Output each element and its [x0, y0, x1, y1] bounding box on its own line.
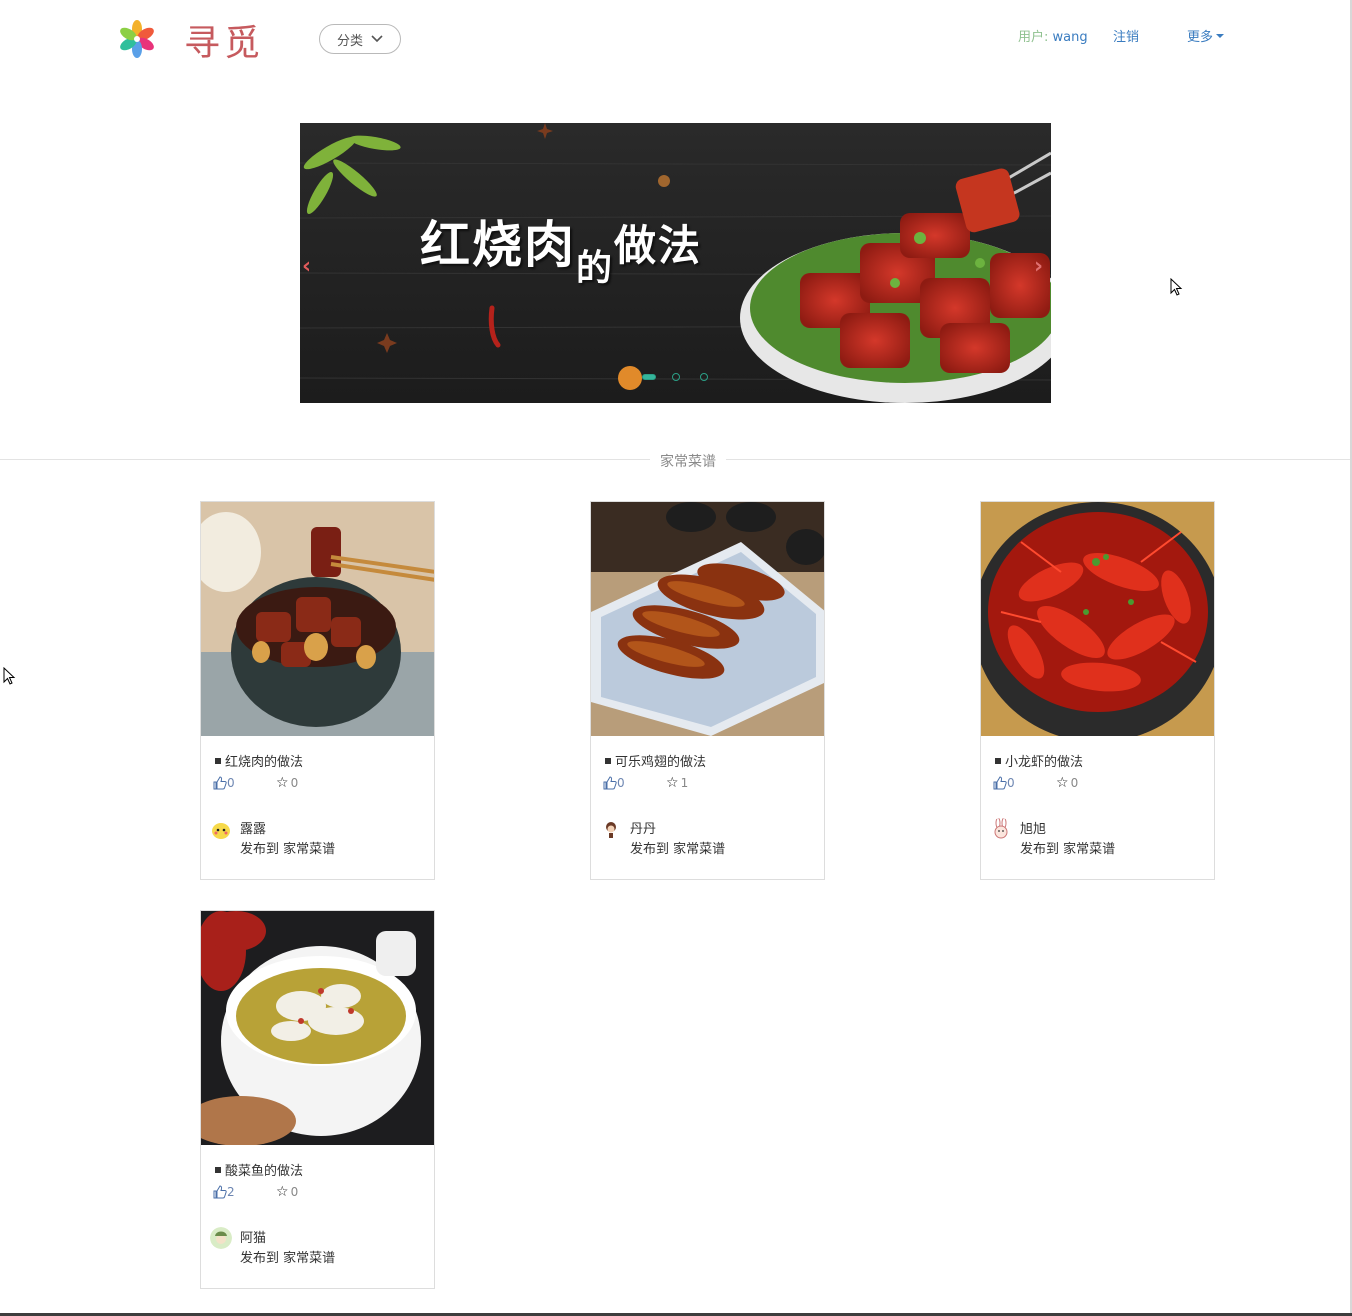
recipe-stats: 0 ☆ 0 — [993, 775, 1078, 791]
section-title: 家常菜谱 — [650, 451, 726, 471]
favorite-button[interactable]: ☆ 1 — [666, 775, 688, 791]
recipe-card[interactable]: 可乐鸡翅的做法 0 ☆ 1 丹丹 发布到 家常菜谱 — [590, 501, 825, 880]
like-count: 0 — [1007, 776, 1015, 790]
recipe-card[interactable]: 红烧肉的做法 0 ☆ 0 露露 发布到 家常菜谱 — [200, 501, 435, 880]
recipe-stats: 0 ☆ 1 — [603, 775, 688, 791]
user-name-link[interactable]: wang — [1053, 30, 1088, 45]
thumbs-up-icon — [603, 776, 617, 790]
favorite-button[interactable]: ☆ 0 — [276, 775, 298, 791]
recipe-stats: 2 ☆ 0 — [213, 1184, 298, 1200]
avatar[interactable] — [600, 818, 622, 840]
like-count: 0 — [617, 776, 625, 790]
category-button-label: 分类 — [336, 33, 363, 49]
avatar[interactable] — [990, 818, 1012, 840]
recipe-title-text: 可乐鸡翅的做法 — [615, 755, 707, 770]
logo-icon[interactable] — [116, 18, 158, 60]
author-name[interactable]: 旭旭 — [1020, 818, 1046, 837]
caret-down-icon — [1216, 33, 1225, 38]
recipe-stats: 0 ☆ 0 — [213, 775, 298, 791]
thumbs-up-icon — [213, 1185, 227, 1199]
recipe-title-text: 小龙虾的做法 — [1005, 755, 1084, 770]
author-name[interactable]: 阿猫 — [240, 1227, 266, 1246]
user-label: 用户: — [1018, 30, 1053, 45]
bullet-square-icon — [215, 1166, 221, 1173]
carousel-indicator-3[interactable] — [700, 373, 708, 381]
bullet-square-icon — [215, 757, 221, 764]
star-icon: ☆ — [276, 1184, 289, 1200]
published-to: 发布到 家常菜谱 — [240, 842, 336, 857]
published-to: 发布到 家常菜谱 — [240, 1251, 336, 1266]
favorite-count: 0 — [290, 776, 299, 790]
like-button[interactable]: 2 — [213, 1185, 276, 1199]
star-icon: ☆ — [1056, 775, 1069, 791]
star-icon: ☆ — [666, 775, 679, 791]
recipe-photo[interactable] — [201, 911, 434, 1145]
published-to: 发布到 家常菜谱 — [1020, 842, 1116, 857]
recipe-photo[interactable] — [591, 502, 824, 736]
recipe-title[interactable]: 可乐鸡翅的做法 — [605, 751, 706, 770]
current-user: 用户: wang — [1018, 26, 1088, 45]
category-dropdown-button[interactable]: 分类 — [319, 24, 401, 54]
mouse-cursor-icon — [1170, 277, 1184, 298]
carousel-indicator-2[interactable] — [672, 373, 680, 381]
banner-title-small: 的 — [576, 248, 615, 289]
more-menu-button[interactable]: 更多 — [1187, 26, 1225, 45]
bullet-square-icon — [605, 757, 611, 764]
recipe-card[interactable]: 小龙虾的做法 0 ☆ 0 旭旭 发布到 家常菜谱 — [980, 501, 1215, 880]
like-button[interactable]: 0 — [213, 776, 276, 790]
recipe-photo[interactable] — [981, 502, 1214, 736]
like-count: 0 — [227, 776, 235, 790]
recipe-card[interactable]: 酸菜鱼的做法 2 ☆ 0 阿猫 发布到 家常菜谱 — [200, 910, 435, 1289]
like-button[interactable]: 0 — [603, 776, 666, 790]
recipe-photo[interactable] — [201, 502, 434, 736]
banner-carousel[interactable]: 红烧肉的做法 ‹ › — [300, 123, 1051, 403]
recipe-title[interactable]: 酸菜鱼的做法 — [215, 1160, 303, 1179]
thumbs-up-icon — [213, 776, 227, 790]
author-name[interactable]: 丹丹 — [630, 818, 656, 837]
avatar[interactable] — [210, 1227, 232, 1249]
mouse-cursor-icon — [3, 666, 17, 687]
thumbs-up-icon — [993, 776, 1007, 790]
recipe-title[interactable]: 小龙虾的做法 — [995, 751, 1083, 770]
favorite-count: 0 — [290, 1185, 299, 1199]
carousel-next-icon[interactable]: › — [1034, 254, 1043, 279]
brand-title[interactable]: 寻觅 — [184, 14, 264, 66]
bullet-square-icon — [995, 757, 1001, 764]
banner-title-main: 红烧肉 — [420, 216, 576, 274]
star-icon: ☆ — [276, 775, 289, 791]
more-label: 更多 — [1187, 30, 1214, 45]
author-name[interactable]: 露露 — [240, 818, 266, 837]
chevron-down-icon — [371, 32, 383, 47]
like-button[interactable]: 0 — [993, 776, 1056, 790]
carousel-prev-icon[interactable]: ‹ — [302, 254, 311, 279]
favorite-button[interactable]: ☆ 0 — [276, 1184, 298, 1200]
logout-link[interactable]: 注销 — [1113, 26, 1139, 45]
like-count: 2 — [227, 1185, 235, 1199]
recipe-title[interactable]: 红烧肉的做法 — [215, 751, 303, 770]
favorite-count: 1 — [680, 776, 689, 790]
carousel-indicator-1[interactable] — [642, 374, 656, 380]
recipe-title-text: 红烧肉的做法 — [225, 755, 304, 770]
avatar[interactable] — [210, 818, 232, 840]
favorite-button[interactable]: ☆ 0 — [1056, 775, 1078, 791]
recipe-title-text: 酸菜鱼的做法 — [225, 1164, 304, 1179]
favorite-count: 0 — [1070, 776, 1079, 790]
published-to: 发布到 家常菜谱 — [630, 842, 726, 857]
banner-title: 红烧肉的做法 — [420, 205, 703, 289]
banner-title-rest: 做法 — [614, 221, 703, 270]
